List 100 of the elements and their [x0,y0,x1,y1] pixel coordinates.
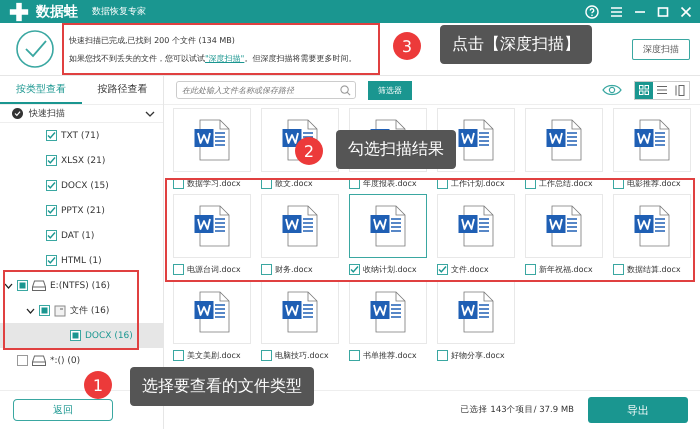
tree-item[interactable]: E:(NTFS) (16) [0,273,163,298]
word-document-icon [458,291,494,333]
word-document-icon [458,205,494,247]
chevron-icon[interactable] [26,308,35,314]
scan-result-text: 快速扫描已完成,已找到 200 个文件 (134 MB) [69,34,236,46]
quick-scan-label: 快速扫描 [29,108,65,120]
checkbox[interactable] [46,255,57,266]
word-document-icon [546,205,582,247]
checkbox[interactable] [70,330,81,341]
file-name: 财务.docx [275,264,313,274]
checkbox[interactable] [437,350,448,360]
menu-icon[interactable] [610,6,623,18]
file-name: 书单推荐.docx [363,350,417,360]
view-tab[interactable]: 按类型查看 [0,76,82,104]
word-document-icon [546,119,582,161]
tree-item[interactable]: PPTX (21) [0,198,163,223]
checkbox[interactable] [173,350,184,360]
eye-icon[interactable] [602,84,622,96]
chevron-icon[interactable] [145,110,155,116]
checkbox[interactable] [39,305,50,316]
checkbox[interactable] [46,230,57,241]
word-document-icon [370,291,406,333]
callout-tooltip: 勾选扫描结果 [336,130,456,169]
tree-label: E:(NTFS) (16) [50,280,110,290]
step-number-badge: 3 [393,32,421,60]
word-document-icon [282,291,318,333]
selection-status: 已选择 143个项目/ 37.9 MB [460,404,574,416]
close-icon[interactable] [680,6,692,18]
list-icon [657,85,667,95]
tree-item[interactable]: DAT (1) [0,223,163,248]
word-document-icon [282,205,318,247]
filter-button[interactable]: 筛选器 [368,80,412,100]
maximize-icon[interactable] [657,6,669,18]
folder-icon [54,304,66,316]
tree-item[interactable]: DOCX (15) [0,173,163,198]
check-circle-icon [15,29,55,69]
view-tab[interactable]: 按路径查看 [82,76,163,104]
checkbox[interactable] [349,350,360,360]
checkbox[interactable] [261,350,272,360]
tree-label: XLSX (21) [61,156,106,166]
tree-item[interactable]: XLSX (21) [0,148,163,173]
app-subtitle: 数据恢复专家 [92,6,146,18]
checkbox[interactable] [349,264,360,274]
checkbox[interactable] [46,130,57,141]
checkbox[interactable] [46,205,57,216]
app-name: 数据蛙 [36,2,78,20]
export-button[interactable]: 导出 [588,397,688,423]
file-name: 工作计划.docx [451,178,505,188]
cross-logo-icon [8,0,30,22]
tree-item[interactable]: TXT (71) [0,123,163,148]
file-name: 散文.docx [275,178,313,188]
tree-label: DAT (1) [61,230,94,240]
grid-icon [639,85,649,95]
word-document-icon [634,119,670,161]
tree-item[interactable]: HTML (1) [0,248,163,273]
checkbox[interactable] [437,264,448,274]
tree-label: DOCX (15) [61,180,109,190]
checkbox[interactable] [46,155,57,166]
checkbox[interactable] [173,264,184,274]
search-field[interactable]: 在此处输入文件名称或保存路径 [176,81,356,99]
back-button[interactable]: 返回 [13,399,113,421]
tree-item[interactable]: 文件 (16) [0,298,163,323]
checkbox[interactable] [613,264,624,274]
file-name: 电影推荐.docx [627,178,681,188]
file-name: 工作总结.docx [539,178,593,188]
word-document-icon [634,205,670,247]
deep-scan-link[interactable]: "深度扫描" [205,54,244,62]
checkbox[interactable] [261,264,272,274]
file-name: 数据学习.docx [187,178,241,188]
word-document-icon [194,291,230,333]
quick-scan-header[interactable]: 快速扫描 [0,105,163,123]
help-icon[interactable] [585,4,599,18]
step-number-badge: 2 [295,137,323,165]
panel-icon [675,84,685,96]
checkbox[interactable] [17,280,28,291]
step-number-badge: 1 [84,371,112,399]
drive-icon [32,280,46,291]
checkbox[interactable] [525,264,536,274]
drive-icon [32,355,46,366]
file-name: 文件.docx [451,264,489,274]
file-name: 好物分享.docx [451,350,505,360]
file-thumbnail[interactable] [349,194,427,258]
checkbox[interactable] [46,180,57,191]
deep-scan-button[interactable]: 深度扫描 [632,38,690,60]
tree-label: TXT (71) [61,130,100,140]
callout-tooltip: 点击【深度扫描】 [440,25,592,64]
checkbox[interactable] [17,355,28,366]
file-name: 电脑技巧.docx [275,350,329,360]
tree-label: HTML (1) [61,256,102,266]
tree-label: DOCX (16) [85,330,133,340]
file-name: 新年祝福.docx [539,264,593,274]
chevron-icon[interactable] [4,282,13,288]
file-name: 数据结算.docx [627,264,681,274]
file-name: 美文美剧.docx [187,350,241,360]
file-name: 收纳计划.docx [363,264,417,274]
word-document-icon [458,119,494,161]
view-toggle[interactable] [635,82,653,98]
tree-label: 文件 (16) [70,304,110,317]
word-document-icon [370,205,406,247]
file-name: 电源台词.docx [187,264,241,274]
